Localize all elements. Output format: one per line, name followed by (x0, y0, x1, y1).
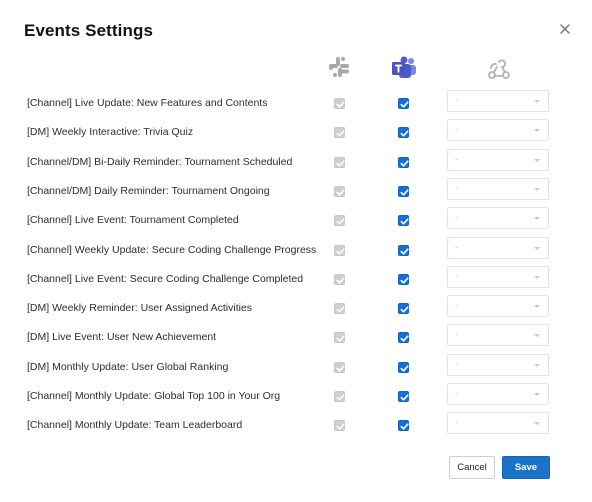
dialog-title: Events Settings (24, 21, 154, 40)
event-label: [DM] Weekly Interactive: Trivia Quiz (27, 126, 194, 138)
webhook-select-value: - (455, 95, 458, 105)
webhook-select-value: - (455, 329, 458, 339)
event-label: [DM] Monthly Update: User Global Ranking (27, 361, 229, 373)
event-row: [Channel] Live Update: New Features and … (0, 89, 592, 118)
webhook-select[interactable]: - (447, 207, 549, 229)
event-label: [Channel/DM] Bi-Daily Reminder: Tourname… (27, 156, 293, 168)
events-settings-dialog: Events Settings [Channel] Live Update: N… (0, 0, 592, 502)
event-label: [Channel] Live Event: Tournament Complet… (27, 214, 239, 226)
webhook-select-value: - (455, 359, 458, 369)
webhook-select[interactable]: - (447, 119, 549, 141)
event-row: [Channel/DM] Daily Reminder: Tournament … (0, 177, 592, 206)
event-row: [Channel] Monthly Update: Team Leaderboa… (0, 411, 592, 440)
chevron-down-icon (534, 422, 540, 425)
cancel-button[interactable]: Cancel (449, 456, 495, 479)
event-label: [Channel] Live Update: New Features and … (27, 97, 268, 109)
webhook-select[interactable]: - (447, 324, 549, 346)
slack-checkbox[interactable] (334, 157, 345, 168)
slack-checkbox[interactable] (334, 391, 345, 402)
event-row: [Channel] Live Event: Secure Coding Chal… (0, 265, 592, 294)
webhook-select[interactable]: - (447, 149, 549, 171)
webhook-select-value: - (455, 388, 458, 398)
event-label: [DM] Weekly Reminder: User Assigned Acti… (27, 302, 253, 314)
webhook-select[interactable]: - (447, 354, 549, 376)
webhook-select[interactable]: - (447, 266, 549, 288)
webhook-select-value: - (455, 242, 458, 252)
teams-checkbox[interactable] (398, 186, 409, 197)
webhook-select[interactable]: - (447, 178, 549, 200)
slack-checkbox[interactable] (334, 127, 345, 138)
webhook-select-value: - (455, 124, 458, 134)
chevron-down-icon (534, 364, 540, 367)
event-label: [Channel] Weekly Update: Secure Coding C… (27, 244, 317, 256)
event-label: [Channel] Monthly Update: Team Leaderboa… (27, 419, 243, 431)
teams-checkbox[interactable] (398, 98, 409, 109)
webhook-select[interactable]: - (447, 237, 549, 259)
event-row: [Channel] Weekly Update: Secure Coding C… (0, 236, 592, 265)
teams-checkbox[interactable] (398, 245, 409, 256)
event-label: [Channel] Monthly Update: Global Top 100… (27, 390, 281, 402)
chevron-down-icon (534, 393, 540, 396)
event-row: [Channel] Live Event: Tournament Complet… (0, 206, 592, 235)
event-row: [Channel] Monthly Update: Global Top 100… (0, 382, 592, 411)
webhook-select[interactable]: - (447, 295, 549, 317)
event-row: [Channel/DM] Bi-Daily Reminder: Tourname… (0, 148, 592, 177)
webhook-select[interactable]: - (447, 412, 549, 434)
webhook-select-value: - (455, 154, 458, 164)
microsoft-teams-icon (391, 56, 417, 85)
chevron-down-icon (534, 334, 540, 337)
chevron-down-icon (534, 305, 540, 308)
webhook-select-value: - (455, 212, 458, 222)
event-label: [DM] Live Event: User New Achievement (27, 331, 217, 343)
event-label: [Channel/DM] Daily Reminder: Tournament … (27, 185, 270, 197)
teams-checkbox[interactable] (398, 303, 409, 314)
webhook-icon (487, 58, 511, 85)
slack-checkbox[interactable] (334, 420, 345, 431)
chevron-down-icon (534, 100, 540, 103)
slack-checkbox[interactable] (334, 274, 345, 285)
slack-icon (328, 56, 350, 83)
teams-checkbox[interactable] (398, 362, 409, 373)
slack-checkbox[interactable] (334, 215, 345, 226)
webhook-select-value: - (455, 300, 458, 310)
event-row: [DM] Live Event: User New Achievement - (0, 323, 592, 352)
slack-checkbox[interactable] (334, 98, 345, 109)
teams-checkbox[interactable] (398, 127, 409, 138)
event-row: [DM] Monthly Update: User Global Ranking… (0, 353, 592, 382)
event-row: [DM] Weekly Interactive: Trivia Quiz - (0, 118, 592, 147)
chevron-down-icon (534, 188, 540, 191)
chevron-down-icon (534, 129, 540, 132)
chevron-down-icon (534, 276, 540, 279)
teams-checkbox[interactable] (398, 391, 409, 402)
teams-checkbox[interactable] (398, 274, 409, 285)
chevron-down-icon (534, 247, 540, 250)
teams-checkbox[interactable] (398, 157, 409, 168)
slack-checkbox[interactable] (334, 186, 345, 197)
save-button[interactable]: Save (502, 456, 550, 479)
webhook-select[interactable]: - (447, 90, 549, 112)
close-icon[interactable] (556, 20, 574, 38)
slack-checkbox[interactable] (334, 332, 345, 343)
slack-checkbox[interactable] (334, 362, 345, 373)
slack-checkbox[interactable] (334, 245, 345, 256)
chevron-down-icon (534, 159, 540, 162)
slack-checkbox[interactable] (334, 303, 345, 314)
event-row: [DM] Weekly Reminder: User Assigned Acti… (0, 294, 592, 323)
teams-checkbox[interactable] (398, 215, 409, 226)
webhook-select-value: - (455, 271, 458, 281)
webhook-select-value: - (455, 417, 458, 427)
teams-checkbox[interactable] (398, 332, 409, 343)
chevron-down-icon (534, 217, 540, 220)
event-label: [Channel] Live Event: Secure Coding Chal… (27, 273, 304, 285)
webhook-select-value: - (455, 183, 458, 193)
teams-checkbox[interactable] (398, 420, 409, 431)
webhook-select[interactable]: - (447, 383, 549, 405)
